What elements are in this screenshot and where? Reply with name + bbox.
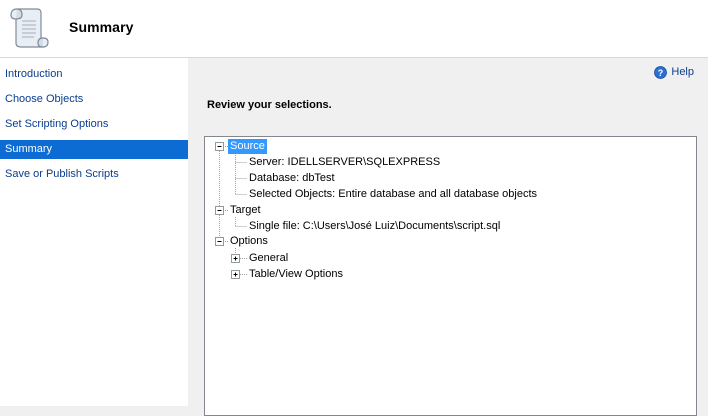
help-link[interactable]: ? Help — [654, 64, 694, 80]
options-collapse-toggle[interactable] — [215, 237, 224, 246]
wizard-sidebar: Introduction Choose Objects Set Scriptin… — [0, 58, 188, 406]
wizard-header: Summary — [0, 0, 708, 58]
scroll-icon — [10, 8, 49, 48]
tree-node-database[interactable]: Database: dbTest — [249, 171, 335, 186]
tree-node-target[interactable]: Target — [230, 203, 261, 218]
sidebar-item-choose-objects[interactable]: Choose Objects — [0, 90, 188, 109]
tree-node-single-file[interactable]: Single file: C:\Users\José Luiz\Document… — [249, 219, 500, 234]
tree-node-options[interactable]: Options — [230, 234, 268, 249]
minus-icon — [217, 210, 222, 211]
review-heading: Review your selections. — [207, 99, 332, 111]
tree-node-source[interactable]: Source — [228, 139, 267, 154]
tree-node-selected-objects[interactable]: Selected Objects: Entire database and al… — [249, 187, 537, 202]
table-view-options-expand-toggle[interactable] — [231, 270, 240, 279]
help-label: Help — [671, 66, 694, 78]
page-title: Summary — [69, 19, 134, 35]
tree-node-server[interactable]: Server: IDELLSERVER\SQLEXPRESS — [249, 155, 440, 170]
source-collapse-toggle[interactable] — [215, 142, 224, 151]
sidebar-item-summary[interactable]: Summary — [0, 140, 188, 159]
selections-tree[interactable]: Source Server: IDELLSERVER\SQLEXPRESS Da… — [204, 136, 697, 416]
plus-icon — [233, 256, 238, 261]
sidebar-item-introduction[interactable]: Introduction — [0, 65, 188, 84]
svg-text:?: ? — [658, 68, 664, 78]
help-icon: ? — [654, 65, 668, 79]
target-collapse-toggle[interactable] — [215, 206, 224, 215]
tree-node-table-view-options[interactable]: Table/View Options — [249, 267, 343, 282]
minus-icon — [217, 146, 222, 147]
minus-icon — [217, 241, 222, 242]
sidebar-item-save-or-publish-scripts[interactable]: Save or Publish Scripts — [0, 165, 188, 184]
tree-node-general[interactable]: General — [249, 251, 288, 266]
plus-icon — [233, 272, 238, 277]
sidebar-item-set-scripting-options[interactable]: Set Scripting Options — [0, 115, 188, 134]
general-expand-toggle[interactable] — [231, 254, 240, 263]
